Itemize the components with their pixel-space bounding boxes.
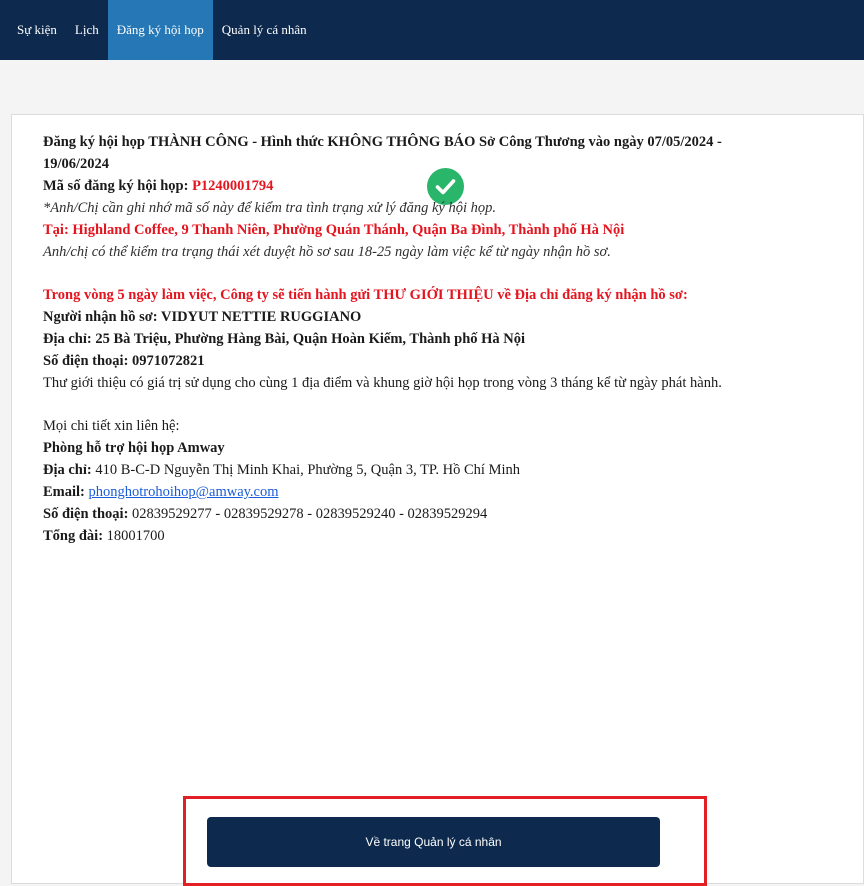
contact-email-label: Email: <box>43 484 85 500</box>
contact-email: Email: phonghotrohoihop@amway.com <box>43 481 783 503</box>
contact-hotline-label: Tổng đài: <box>43 528 104 544</box>
contact-department: Phòng hỗ trợ hội họp Amway <box>43 440 225 456</box>
letter-recipient: Người nhận hồ sơ: VIDYUT NETTIE RUGGIANO <box>43 309 362 325</box>
letter-notice: Trong vòng 5 ngày làm việc, Công ty sẽ t… <box>43 287 688 303</box>
registration-code-value: P1240001794 <box>192 178 274 194</box>
contact-hotline-value: 18001700 <box>106 528 165 544</box>
nav-item-lich[interactable]: Lịch <box>66 0 108 60</box>
registration-code-label: Mã số đăng ký hội họp: <box>43 178 189 194</box>
contact-address-label: Địa chỉ: <box>43 462 92 478</box>
contact-phone-value: 02839529277 - 02839529278 - 02839529240 … <box>132 506 488 522</box>
back-to-profile-button[interactable]: Về trang Quản lý cá nhân <box>207 817 660 867</box>
review-note: Anh/chị có thể kiểm tra trạng thái xét d… <box>43 244 611 260</box>
contact-email-link[interactable]: phonghotrohoihop@amway.com <box>89 484 279 500</box>
meeting-location: Tại: Highland Coffee, 9 Thanh Niên, Phườ… <box>43 222 625 238</box>
success-title: Đăng ký hội họp THÀNH CÔNG - Hình thức K… <box>43 134 722 172</box>
contact-address: Địa chỉ: 410 B-C-D Nguyễn Thị Minh Khai,… <box>43 459 783 481</box>
contact-intro: Mọi chi tiết xin liên hệ: <box>43 418 180 434</box>
nav-item-quan-ly-ca-nhan[interactable]: Quản lý cá nhân <box>213 0 316 60</box>
contact-hotline: Tổng đài: 18001700 <box>43 525 783 547</box>
contact-address-value: 410 B-C-D Nguyễn Thị Minh Khai, Phường 5… <box>95 462 520 478</box>
registration-code-line: Mã số đăng ký hội họp: P1240001794 <box>43 175 783 197</box>
registration-code-note: *Anh/Chị cần ghi nhớ mã số này để kiểm t… <box>43 200 497 216</box>
contact-phone-label: Số điện thoại: <box>43 506 129 522</box>
result-content: Đăng ký hội họp THÀNH CÔNG - Hình thức K… <box>43 131 783 547</box>
letter-phone: Số điện thoại: 0971072821 <box>43 353 205 369</box>
contact-phone: Số điện thoại: 02839529277 - 02839529278… <box>43 503 783 525</box>
letter-address: Địa chỉ: 25 Bà Triệu, Phường Hàng Bài, Q… <box>43 331 526 347</box>
nav-item-su-kien[interactable]: Sự kiện <box>0 0 66 60</box>
letter-validity: Thư giới thiệu có giá trị sử dụng cho cù… <box>43 375 722 391</box>
nav-item-dang-ky-hoi-hop[interactable]: Đăng ký hội họp <box>107 0 213 60</box>
top-navbar: Sự kiện Lịch Đăng ký hội họp Quản lý cá … <box>0 0 864 60</box>
